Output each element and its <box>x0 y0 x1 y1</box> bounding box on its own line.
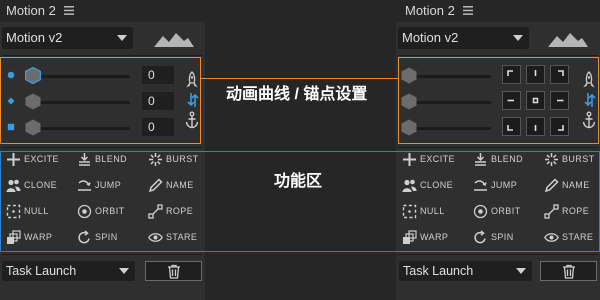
preset-dropdown[interactable]: Motion v2 <box>398 27 529 49</box>
trash-icon <box>168 264 180 279</box>
chevron-down-icon <box>513 35 523 41</box>
chevron-down-icon <box>516 268 526 274</box>
task-dropdown[interactable]: Task Launch <box>399 261 532 281</box>
motion-panel-right: Motion 2 Motion v2 EXCITE BLEND BURST CL… <box>396 0 600 300</box>
preset-dropdown[interactable]: Motion v2 <box>2 27 133 49</box>
curves-anchor-highlight-left <box>0 57 201 144</box>
hamburger-menu-icon[interactable] <box>463 6 473 15</box>
divider <box>398 147 598 148</box>
divider <box>2 147 202 148</box>
delete-button[interactable] <box>540 261 597 281</box>
divider <box>2 254 202 255</box>
preset-dropdown-value: Motion v2 <box>6 30 63 45</box>
chevron-down-icon <box>119 268 129 274</box>
curves-anchor-annotation: 动画曲线 / 锚点设置 <box>226 86 368 103</box>
divider <box>2 55 202 56</box>
task-dropdown-value: Task Launch <box>403 264 474 278</box>
hamburger-menu-icon[interactable] <box>64 6 74 15</box>
panel-title: Motion 2 <box>405 3 455 18</box>
panel-titlebar: Motion 2 <box>396 0 600 22</box>
trash-icon <box>563 264 575 279</box>
chevron-down-icon <box>117 35 127 41</box>
task-dropdown[interactable]: Task Launch <box>2 261 135 281</box>
mountain-graph-icon[interactable] <box>548 31 588 47</box>
divider <box>398 55 598 56</box>
curves-anchor-highlight-right <box>398 57 599 144</box>
panel-titlebar: Motion 2 <box>0 0 205 22</box>
mountain-graph-icon[interactable] <box>154 31 194 47</box>
curves-anchor-connector <box>201 78 398 79</box>
preset-dropdown-value: Motion v2 <box>402 30 459 45</box>
divider <box>398 254 598 255</box>
functions-annotation: 功能区 <box>274 173 323 190</box>
delete-button[interactable] <box>145 261 202 281</box>
panel-title: Motion 2 <box>6 3 56 18</box>
task-dropdown-value: Task Launch <box>6 264 77 278</box>
motion-panel-left: Motion 2 Motion v2 0 0 0 EXCITE BLEND BU… <box>0 0 205 300</box>
